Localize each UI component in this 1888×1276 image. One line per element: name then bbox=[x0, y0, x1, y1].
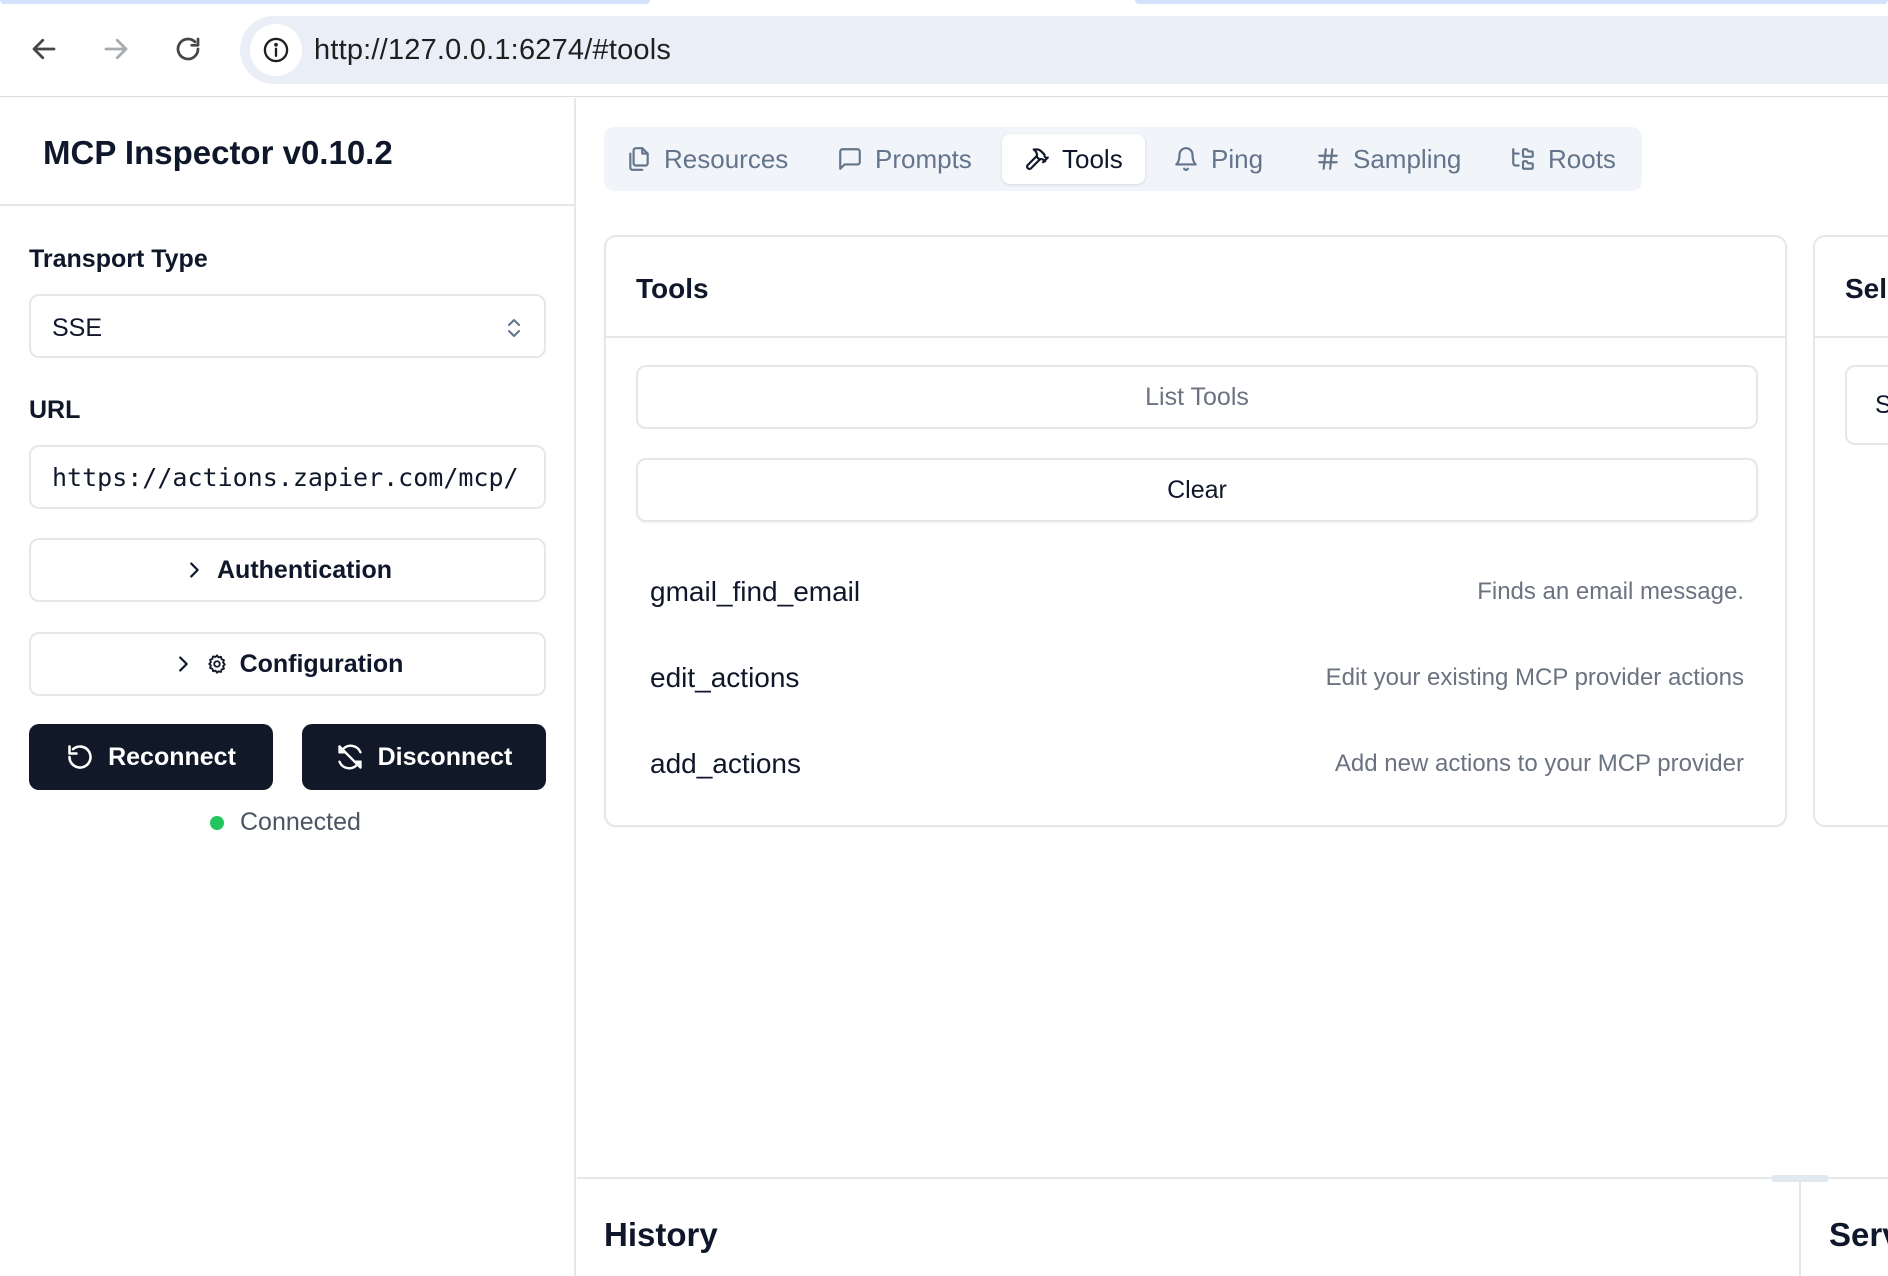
configuration-toggle[interactable]: Configuration bbox=[29, 632, 546, 696]
rotate-ccw-icon bbox=[68, 745, 92, 769]
select-tool-card: Sel S bbox=[1813, 235, 1888, 827]
reload-icon bbox=[176, 37, 200, 61]
browser-tab-strip bbox=[0, 0, 650, 4]
sidebar: MCP Inspector v0.10.2 Transport Type SSE… bbox=[0, 98, 576, 1276]
transport-type-value: SSE bbox=[52, 314, 103, 342]
tab-label: Resources bbox=[664, 143, 789, 174]
tool-description: Edit your existing MCP provider actions bbox=[1325, 664, 1744, 691]
tab-ping[interactable]: Ping bbox=[1151, 134, 1285, 184]
forward-button[interactable] bbox=[93, 26, 139, 72]
hammer-icon bbox=[1026, 148, 1049, 170]
reload-button[interactable] bbox=[165, 26, 211, 72]
authentication-toggle[interactable]: Authentication bbox=[29, 538, 546, 602]
tab-tools[interactable]: Tools bbox=[1002, 134, 1145, 184]
arrow-right-icon bbox=[104, 38, 128, 60]
browser-toolbar: http://127.0.0.1:6274/#tools bbox=[0, 0, 1888, 97]
tab-label: Tools bbox=[1062, 143, 1123, 174]
tab-label: Roots bbox=[1548, 143, 1616, 174]
authentication-label: Authentication bbox=[217, 555, 392, 584]
select-tool-input[interactable]: S bbox=[1845, 365, 1888, 445]
tool-item[interactable]: add_actions Add new actions to your MCP … bbox=[650, 739, 1744, 789]
main-tab-bar: Resources Prompts Tools Ping Sampling Ro… bbox=[604, 127, 1642, 191]
reconnect-button[interactable]: Reconnect bbox=[29, 724, 273, 790]
message-square-icon bbox=[839, 148, 861, 170]
site-info-button[interactable] bbox=[250, 24, 302, 76]
tab-resources[interactable]: Resources bbox=[604, 134, 810, 184]
files-icon bbox=[629, 147, 649, 171]
tab-label: Ping bbox=[1211, 143, 1264, 174]
tools-card: Tools List Tools Clear gmail_find_email … bbox=[604, 235, 1787, 827]
chevron-right-icon bbox=[190, 562, 199, 578]
back-button[interactable] bbox=[21, 26, 67, 72]
transport-type-select[interactable]: SSE bbox=[29, 294, 546, 358]
folder-tree-icon bbox=[1512, 148, 1534, 170]
disconnect-label: Disconnect bbox=[377, 742, 513, 771]
reconnect-label: Reconnect bbox=[108, 742, 236, 771]
connection-status: Connected bbox=[210, 808, 361, 837]
tab-sampling[interactable]: Sampling bbox=[1293, 134, 1483, 184]
gear-icon bbox=[207, 654, 226, 674]
tool-item[interactable]: edit_actions Edit your existing MCP prov… bbox=[650, 653, 1744, 703]
sidebar-header: MCP Inspector v0.10.2 bbox=[0, 98, 574, 206]
url-input-value: https://actions.zapier.com/mcp/ bbox=[52, 463, 519, 492]
configuration-label: Configuration bbox=[239, 649, 404, 678]
tool-name: gmail_find_email bbox=[650, 576, 861, 607]
info-icon bbox=[263, 37, 289, 63]
tool-description: Add new actions to your MCP provider bbox=[1334, 750, 1744, 777]
tools-card-header: Tools bbox=[606, 237, 1785, 338]
select-tool-card-title: Sel bbox=[1845, 273, 1888, 304]
disconnect-button[interactable]: Disconnect bbox=[302, 724, 546, 790]
transport-type-label: Transport Type bbox=[29, 245, 208, 273]
status-dot bbox=[210, 815, 224, 830]
refresh-cw-off-icon bbox=[337, 744, 362, 770]
address-bar[interactable]: http://127.0.0.1:6274/#tools bbox=[240, 16, 1888, 84]
app-title: MCP Inspector v0.10.2 bbox=[43, 134, 393, 171]
bottom-panel-separator bbox=[1799, 1179, 1801, 1276]
list-tools-label: List Tools bbox=[1145, 382, 1249, 411]
clear-label: Clear bbox=[1167, 475, 1227, 504]
hash-icon bbox=[1318, 148, 1338, 170]
bell-icon bbox=[1175, 147, 1197, 171]
tool-name: add_actions bbox=[650, 748, 802, 779]
history-title: History bbox=[604, 1216, 718, 1253]
chevrons-up-down-icon bbox=[508, 319, 520, 337]
tool-item[interactable]: gmail_find_email Finds an email message. bbox=[650, 567, 1744, 617]
tab-roots[interactable]: Roots bbox=[1488, 134, 1638, 184]
url-text: http://127.0.0.1:6274/#tools bbox=[314, 34, 672, 66]
tool-description: Finds an email message. bbox=[1477, 578, 1744, 605]
clear-button[interactable]: Clear bbox=[636, 458, 1758, 522]
status-text: Connected bbox=[240, 808, 361, 836]
list-tools-button[interactable]: List Tools bbox=[636, 365, 1758, 429]
tab-label: Prompts bbox=[875, 143, 972, 174]
tool-name: edit_actions bbox=[650, 662, 800, 693]
bottom-panel-divider bbox=[577, 1177, 1888, 1179]
url-input[interactable]: https://actions.zapier.com/mcp/ bbox=[29, 445, 546, 509]
tab-label: Sampling bbox=[1353, 143, 1462, 174]
tab-prompts[interactable]: Prompts bbox=[815, 134, 994, 184]
chevron-right-icon bbox=[178, 656, 188, 672]
server-notifications-title: Serv bbox=[1829, 1216, 1888, 1253]
select-tool-card-header: Sel bbox=[1815, 237, 1888, 338]
arrow-left-icon bbox=[32, 38, 56, 60]
browser-tab-strip bbox=[1135, 0, 1888, 4]
select-tool-input-text: S bbox=[1875, 391, 1888, 419]
tools-card-title: Tools bbox=[636, 273, 709, 304]
url-label: URL bbox=[29, 396, 81, 424]
